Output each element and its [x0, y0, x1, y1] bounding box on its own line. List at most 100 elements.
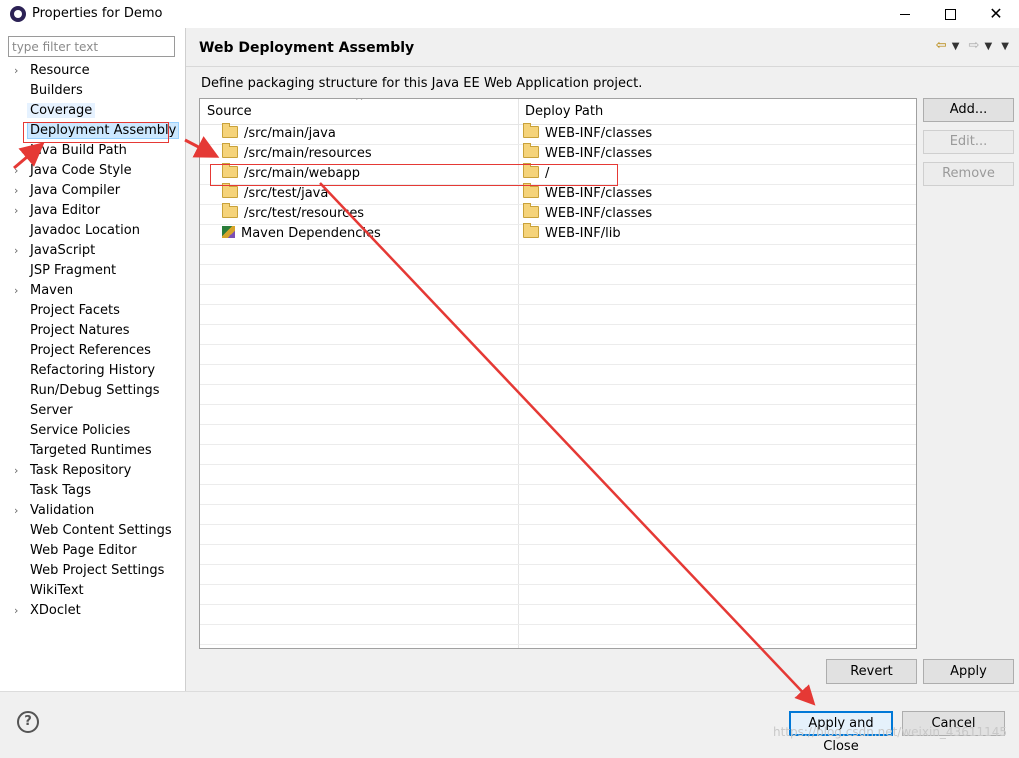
- close-button[interactable]: ✕: [973, 0, 1019, 28]
- tree-item-wikitext[interactable]: WikiText: [0, 581, 185, 601]
- tree-item-label: Service Policies: [30, 423, 131, 438]
- tree-item-java-code-style[interactable]: › Java Code Style: [0, 161, 185, 181]
- expand-chevron-icon[interactable]: ›: [14, 61, 18, 81]
- apply-button[interactable]: Apply: [923, 659, 1014, 684]
- filter-input[interactable]: [8, 36, 175, 57]
- table-row[interactable]: Maven Dependencies WEB-INF/lib: [200, 223, 916, 245]
- source-text: /src/test/resources: [244, 206, 365, 221]
- expand-chevron-icon[interactable]: ›: [14, 601, 18, 621]
- table-row[interactable]: /src/main/resources WEB-INF/classes: [200, 143, 916, 165]
- tree-item-project-facets[interactable]: Project Facets: [0, 301, 185, 321]
- table-row: [200, 484, 916, 505]
- revert-button[interactable]: Revert: [826, 659, 917, 684]
- tree-item-maven[interactable]: › Maven: [0, 281, 185, 301]
- table-row: [200, 244, 916, 265]
- table-row: [200, 504, 916, 525]
- tree-item-project-references[interactable]: Project References: [0, 341, 185, 361]
- view-menu-icon[interactable]: ▼: [1001, 41, 1009, 52]
- tree-item-web-content-settings[interactable]: Web Content Settings: [0, 521, 185, 541]
- expand-chevron-icon[interactable]: ›: [14, 201, 18, 221]
- tree-item-run-debug-settings[interactable]: Run/Debug Settings: [0, 381, 185, 401]
- tree-item-xdoclet[interactable]: › XDoclet: [0, 601, 185, 621]
- tree-item-label: Project Natures: [30, 323, 130, 338]
- table-row: [200, 384, 916, 405]
- tree-item-label: Java Build Path: [30, 143, 127, 158]
- tree-item-builders[interactable]: Builders: [0, 81, 185, 101]
- tree-item-project-natures[interactable]: Project Natures: [0, 321, 185, 341]
- tree-item-task-tags[interactable]: Task Tags: [0, 481, 185, 501]
- add-button[interactable]: Add...: [923, 98, 1014, 122]
- tree-item-label: Server: [30, 403, 73, 418]
- tree-item-refactoring-history[interactable]: Refactoring History: [0, 361, 185, 381]
- folder-icon: [523, 223, 539, 238]
- table-row: [200, 544, 916, 565]
- table-row[interactable]: /src/main/java WEB-INF/classes: [200, 123, 916, 145]
- source-text: /src/main/java: [244, 126, 336, 141]
- tree-item-label: Task Tags: [30, 483, 91, 498]
- expand-chevron-icon[interactable]: ›: [14, 181, 18, 201]
- minimize-icon: [900, 14, 910, 15]
- preference-navigation: › Resource Builders Coverage Deployment Asse…: [0, 28, 186, 691]
- tree-item-validation[interactable]: › Validation: [0, 501, 185, 521]
- table-row: [200, 344, 916, 365]
- source-text: Maven Dependencies: [241, 226, 381, 241]
- tree-item-task-repository[interactable]: › Task Repository: [0, 461, 185, 481]
- title-bar: Properties for Demo ✕: [0, 0, 1019, 28]
- expand-chevron-icon[interactable]: ›: [14, 501, 18, 521]
- tree-item-java-editor[interactable]: › Java Editor: [0, 201, 185, 221]
- table-row[interactable]: /src/main/webapp /: [200, 163, 916, 185]
- source-text: /src/test/java: [244, 186, 329, 201]
- tree-item-label: Run/Debug Settings: [30, 383, 160, 398]
- column-source[interactable]: Source: [207, 104, 252, 119]
- table-row: [200, 424, 916, 445]
- source-cell: /src/test/resources: [222, 203, 365, 224]
- tree-item-label: Targeted Runtimes: [30, 443, 152, 458]
- folder-icon: [222, 123, 238, 138]
- deploy-path-cell: /: [523, 163, 549, 184]
- tree-item-service-policies[interactable]: Service Policies: [0, 421, 185, 441]
- table-row: [200, 284, 916, 305]
- maximize-button[interactable]: [927, 0, 973, 28]
- tree-item-label: Coverage: [27, 103, 96, 118]
- tree-item-jsp-fragment[interactable]: JSP Fragment: [0, 261, 185, 281]
- tree-item-java-build-path[interactable]: Java Build Path: [0, 141, 185, 161]
- tree-item-server[interactable]: Server: [0, 401, 185, 421]
- minimize-button[interactable]: [882, 0, 928, 28]
- tree-item-resource[interactable]: › Resource: [0, 61, 185, 81]
- tree-item-web-project-settings[interactable]: Web Project Settings: [0, 561, 185, 581]
- tree-item-java-compiler[interactable]: › Java Compiler: [0, 181, 185, 201]
- expand-chevron-icon[interactable]: ›: [14, 161, 18, 181]
- forward-arrow-icon[interactable]: ⇨: [969, 38, 980, 53]
- column-deploy-path[interactable]: Deploy Path: [525, 104, 603, 119]
- assembly-table: ^ Source Deploy Path /src/main/java WEB-I…: [199, 98, 917, 649]
- remove-button[interactable]: Remove: [923, 162, 1014, 186]
- expand-chevron-icon[interactable]: ›: [14, 461, 18, 481]
- deploy-path-cell: WEB-INF/classes: [523, 123, 652, 144]
- table-row[interactable]: /src/test/resources WEB-INF/classes: [200, 203, 916, 225]
- tree-item-deployment-assembly[interactable]: Deployment Assembly: [0, 121, 185, 141]
- table-row: [200, 404, 916, 425]
- tree-item-label: Project References: [30, 343, 151, 358]
- table-row[interactable]: /src/test/java WEB-INF/classes: [200, 183, 916, 205]
- library-icon: [222, 226, 235, 238]
- tree-item-targeted-runtimes[interactable]: Targeted Runtimes: [0, 441, 185, 461]
- source-cell: /src/main/resources: [222, 143, 372, 164]
- tree-item-coverage[interactable]: Coverage: [0, 101, 185, 121]
- tree-item-javadoc-location[interactable]: Javadoc Location: [0, 221, 185, 241]
- forward-dropdown-icon[interactable]: ▼: [984, 41, 992, 52]
- tree-item-label: Java Editor: [30, 203, 101, 218]
- table-row: [200, 624, 916, 645]
- dialog-footer: ? Apply and Close Cancel https://blog.cs…: [0, 691, 1019, 754]
- help-icon[interactable]: ?: [17, 711, 39, 733]
- deploy-path-text: WEB-INF/lib: [545, 226, 621, 241]
- tree-item-web-page-editor[interactable]: Web Page Editor: [0, 541, 185, 561]
- edit-button[interactable]: Edit...: [923, 130, 1014, 154]
- folder-icon: [523, 163, 539, 178]
- expand-chevron-icon[interactable]: ›: [14, 241, 18, 261]
- tree-item-javascript[interactable]: › JavaScript: [0, 241, 185, 261]
- expand-chevron-icon[interactable]: ›: [14, 281, 18, 301]
- back-dropdown-icon[interactable]: ▼: [952, 41, 960, 52]
- tree-item-label: Maven: [30, 283, 74, 298]
- close-icon: ✕: [989, 4, 1003, 23]
- back-arrow-icon[interactable]: ⇦: [936, 38, 947, 53]
